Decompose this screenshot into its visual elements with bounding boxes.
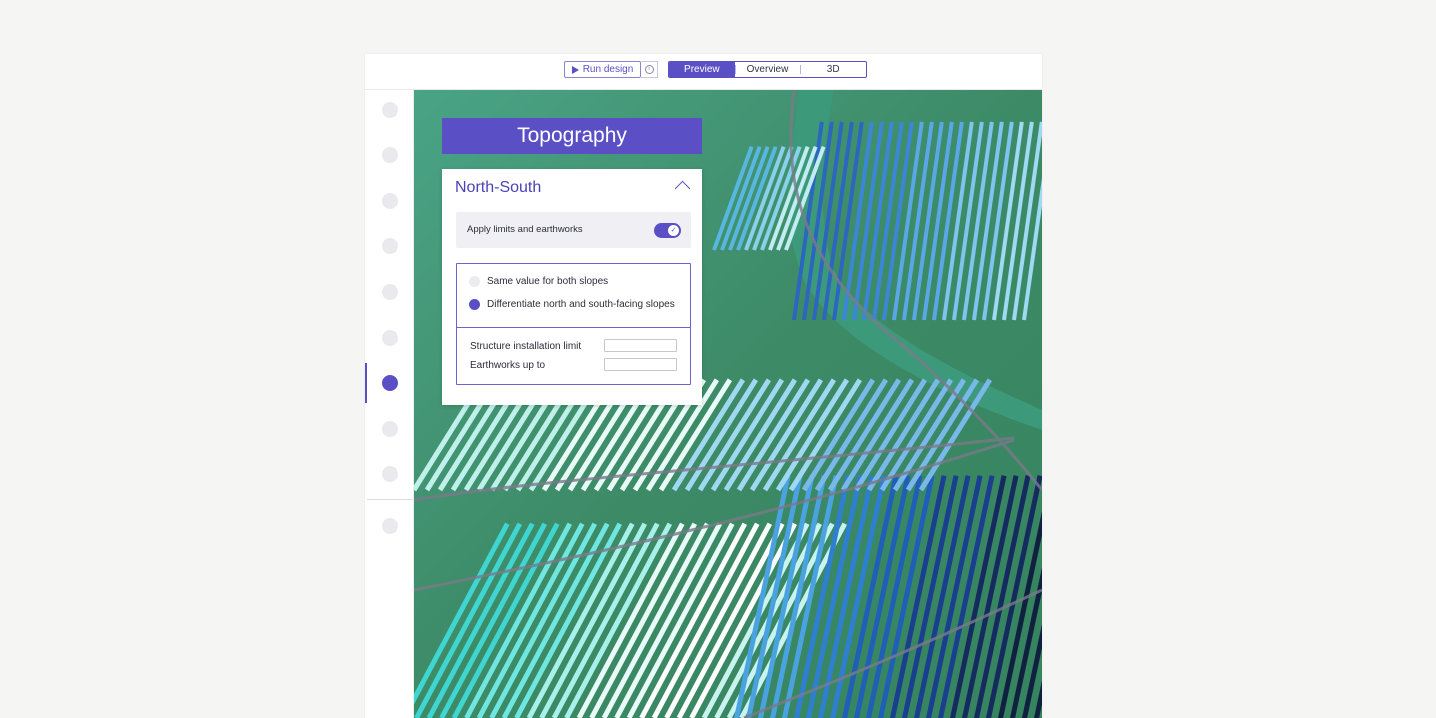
tab-overview[interactable]: Overview [734,62,801,77]
step-3[interactable] [382,193,398,209]
tab-preview[interactable]: Preview [669,62,735,77]
radio-option-same[interactable]: Same value for both slopes [469,276,608,287]
step-9[interactable] [382,466,398,482]
step-sidebar [365,90,414,718]
active-step-indicator [365,363,367,403]
step-6[interactable] [382,330,398,346]
structure-limit-input[interactable] [604,339,677,352]
earthworks-toggle-row: Apply limits and earthworks ✓ [456,212,691,248]
field-label: Earthworks up to [470,360,546,371]
field-label: Structure installation limit [470,341,582,352]
play-icon [571,65,579,74]
sidebar-divider [367,499,413,500]
check-icon: ✓ [668,225,679,236]
chevron-up-icon[interactable] [674,180,691,197]
slope-options-box: Same value for both slopes Differentiate… [456,263,691,385]
radio-label: Differentiate north and south-facing slo… [487,299,675,310]
step-7-topography[interactable] [382,375,398,391]
view-tabs: Preview Overview 3D [668,61,867,78]
run-design-button[interactable]: Run design [564,61,641,78]
radio-label: Same value for both slopes [487,276,609,287]
topography-settings-panel: North-South Apply limits and earthworks … [442,169,702,405]
step-2[interactable] [382,147,398,163]
panel-title: North-South [455,179,542,196]
app-window: Run design i Preview Overview 3D Topogra… [365,54,1042,718]
tab-3d[interactable]: 3D [800,62,866,77]
radio-option-differentiate[interactable]: Differentiate north and south-facing slo… [469,299,675,310]
step-4[interactable] [382,238,398,254]
top-toolbar: Run design i Preview Overview 3D [365,54,1042,90]
section-banner-topography: Topography [442,118,702,154]
step-1[interactable] [382,102,398,118]
info-icon: i [644,65,654,74]
radio-button[interactable] [469,276,480,287]
info-button[interactable]: i [641,61,658,78]
step-8[interactable] [382,421,398,437]
earthworks-toggle[interactable]: ✓ [654,223,681,238]
earthworks-limit-input[interactable] [604,358,677,371]
toggle-label: Apply limits and earthworks [467,224,583,235]
radio-button-selected[interactable] [469,299,480,310]
step-10[interactable] [382,518,398,534]
step-5[interactable] [382,284,398,300]
run-design-label: Run design [582,64,634,75]
options-divider [457,327,690,328]
